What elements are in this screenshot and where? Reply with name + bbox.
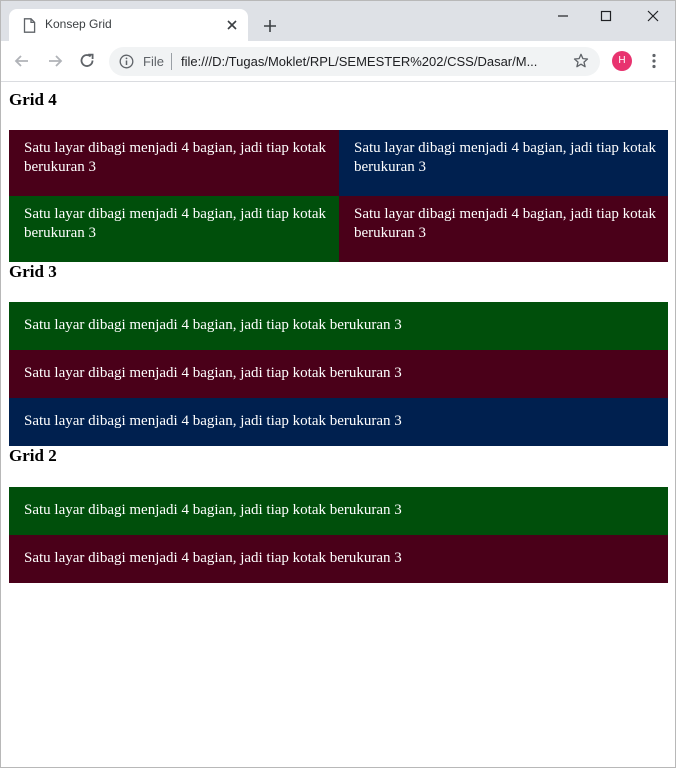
page-icon <box>23 18 36 33</box>
bookmark-star-icon[interactable] <box>573 53 589 69</box>
section-heading-grid-3: Grid 3 <box>9 262 57 281</box>
tab-konsep-grid[interactable]: Konsep Grid <box>9 9 248 41</box>
grid-4-cell-3: Satu layar dibagi menjadi 4 bagian, jadi… <box>9 196 339 262</box>
grid-2-cell-1: Satu layar dibagi menjadi 4 bagian, jadi… <box>9 487 668 535</box>
close-window-icon[interactable] <box>644 7 662 25</box>
profile-avatar[interactable]: H <box>612 51 632 71</box>
tab-title: Konsep Grid <box>45 17 112 31</box>
new-tab-icon[interactable] <box>262 18 278 34</box>
address-separator <box>171 53 172 70</box>
browser-toolbar: File file:///D:/Tugas/Moklet/RPL/SEMESTE… <box>1 41 675 82</box>
info-icon[interactable] <box>119 54 134 69</box>
reload-icon[interactable] <box>78 52 96 70</box>
scheme-label: File <box>143 54 164 69</box>
close-tab-icon[interactable] <box>225 18 239 32</box>
grid-4-cell-2: Satu layar dibagi menjadi 4 bagian, jadi… <box>339 130 668 196</box>
grid-2-cell-2: Satu layar dibagi menjadi 4 bagian, jadi… <box>9 535 668 583</box>
section-heading-grid-2: Grid 2 <box>9 446 57 465</box>
browser-window: Konsep Grid File file:///D:/Tugas/Moklet… <box>0 0 676 768</box>
grid-3-cell-1: Satu layar dibagi menjadi 4 bagian, jadi… <box>9 302 668 350</box>
back-arrow-icon[interactable] <box>13 52 31 70</box>
more-menu-icon[interactable] <box>647 52 661 70</box>
section-heading-grid-4: Grid 4 <box>9 90 57 109</box>
grid-3-cell-3: Satu layar dibagi menjadi 4 bagian, jadi… <box>9 398 668 446</box>
grid-4-cell-1: Satu layar dibagi menjadi 4 bagian, jadi… <box>9 130 339 196</box>
grid-3-cell-2: Satu layar dibagi menjadi 4 bagian, jadi… <box>9 350 668 398</box>
url-text[interactable]: file:///D:/Tugas/Moklet/RPL/SEMESTER%202… <box>181 54 555 69</box>
minimize-icon[interactable] <box>554 7 572 25</box>
forward-arrow-icon[interactable] <box>46 52 64 70</box>
page-content: Grid 4 Satu layar dibagi menjadi 4 bagia… <box>1 82 675 767</box>
tab-strip: Konsep Grid <box>1 1 675 41</box>
address-bar[interactable]: File file:///D:/Tugas/Moklet/RPL/SEMESTE… <box>109 47 600 76</box>
maximize-icon[interactable] <box>597 7 615 25</box>
grid-4-cell-4: Satu layar dibagi menjadi 4 bagian, jadi… <box>339 196 668 262</box>
